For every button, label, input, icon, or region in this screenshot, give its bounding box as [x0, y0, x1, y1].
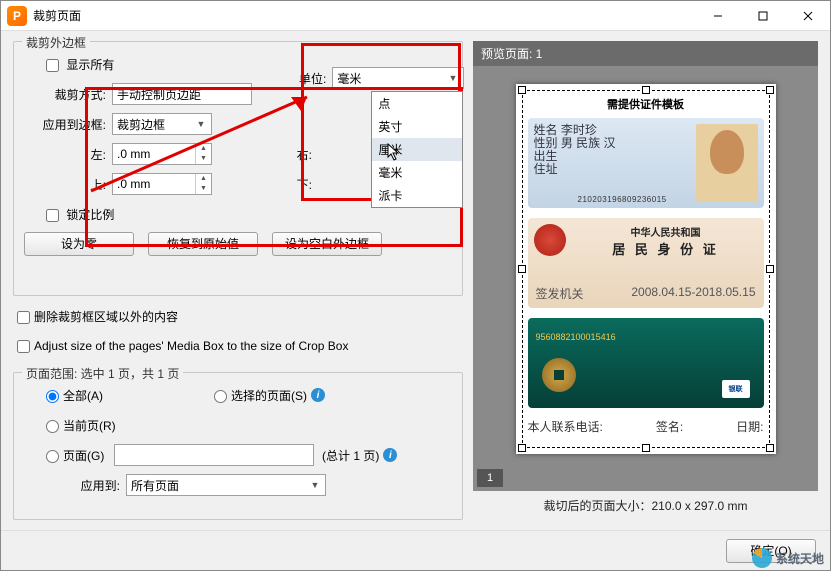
- chevron-down-icon: ▼: [307, 477, 323, 493]
- remove-outside-checkbox-label[interactable]: 删除裁剪框区域以外的内容: [17, 308, 178, 325]
- unit-label: 单位:: [299, 70, 326, 87]
- all-radio-label[interactable]: 全部(A): [24, 387, 214, 404]
- id-card-back: 中华人民共和国 居 民 身 份 证 签发机关2008.04.15-2018.05…: [528, 218, 764, 308]
- page-range-title: 页面范围: 选中 1 页，共 1 页: [22, 365, 183, 382]
- lock-ratio-checkbox[interactable]: [46, 209, 59, 222]
- window: P 裁剪页面 裁剪外边框 显示所有 单位:: [0, 0, 831, 571]
- annotation-arrow: [87, 89, 319, 195]
- lock-ratio-checkbox-label[interactable]: 锁定比例: [46, 206, 114, 223]
- selected-radio-label[interactable]: 选择的页面(S): [214, 387, 307, 404]
- selected-radio[interactable]: [214, 390, 227, 403]
- preview-body: 需提供证件模板 姓名 李时珍 性别 男 民族 汉 出生 住址 210203196…: [473, 66, 818, 491]
- page-radio[interactable]: [46, 450, 59, 463]
- unit-option-cm[interactable]: 厘米: [372, 138, 462, 161]
- preview-size-label: 裁切后的页面大小：210.0 x 297.0 mm: [473, 491, 818, 520]
- unit-option-pica[interactable]: 派卡: [372, 184, 462, 207]
- window-title: 裁剪页面: [33, 7, 695, 24]
- current-radio[interactable]: [46, 420, 59, 433]
- close-button[interactable]: [785, 1, 830, 30]
- titlebar: P 裁剪页面: [1, 1, 830, 31]
- info-icon: i: [311, 388, 325, 402]
- chevron-down-icon: ▼: [445, 70, 461, 86]
- show-all-checkbox-label[interactable]: 显示所有: [24, 56, 114, 73]
- apply-to-label: 应用到:: [24, 477, 120, 494]
- coin-icon: [542, 358, 576, 392]
- remove-outside-checkbox[interactable]: [17, 311, 30, 324]
- adjust-media-checkbox-label[interactable]: Adjust size of the pages' Media Box to t…: [17, 339, 348, 353]
- show-all-checkbox[interactable]: [46, 59, 59, 72]
- current-radio-label[interactable]: 当前页(R): [24, 417, 116, 434]
- restore-button[interactable]: 恢复到原始值: [148, 232, 258, 256]
- watermark-icon: [752, 548, 772, 568]
- page-range-group: 页面范围: 选中 1 页，共 1 页 全部(A) 选择的页面(S) i 当前页(…: [13, 372, 463, 520]
- watermark: 系统天地: [752, 548, 824, 568]
- page-total-label: (总计 1 页): [322, 447, 379, 464]
- app-icon: P: [7, 6, 27, 26]
- info-icon: i: [383, 448, 397, 462]
- page-input[interactable]: [114, 444, 314, 466]
- dialog-footer: 确定(O) 系统天地: [1, 530, 830, 570]
- preview-page[interactable]: 需提供证件模板 姓名 李时珍 性别 男 民族 汉 出生 住址 210203196…: [516, 84, 776, 454]
- unit-option-point[interactable]: 点: [372, 92, 462, 115]
- page-tab[interactable]: 1: [477, 469, 503, 487]
- page-radio-label[interactable]: 页面(G): [24, 447, 114, 464]
- emblem-icon: [534, 224, 566, 256]
- preview-header: 预览页面: 1: [473, 41, 818, 66]
- bank-card: 9560882100015416 银联: [528, 318, 764, 408]
- set-blank-button[interactable]: 设为空白外边框: [272, 232, 382, 256]
- crop-outer-title: 裁剪外边框: [22, 34, 90, 51]
- unit-combo[interactable]: 毫米 ▼ 点 英寸 厘米 毫米 派卡: [332, 67, 464, 89]
- adjust-media-checkbox[interactable]: [17, 340, 30, 353]
- maximize-button[interactable]: [740, 1, 785, 30]
- portrait-photo: [696, 124, 758, 202]
- unit-option-mm[interactable]: 毫米: [372, 161, 462, 184]
- all-radio[interactable]: [46, 390, 59, 403]
- unit-option-inch[interactable]: 英寸: [372, 115, 462, 138]
- id-card-front: 姓名 李时珍 性别 男 民族 汉 出生 住址 21020319680923601…: [528, 118, 764, 208]
- unionpay-badge: 银联: [722, 380, 750, 398]
- set-zero-button[interactable]: 设为零: [24, 232, 134, 256]
- apply-to-combo[interactable]: 所有页面▼: [126, 474, 326, 496]
- unit-dropdown: 点 英寸 厘米 毫米 派卡: [371, 91, 463, 208]
- minimize-button[interactable]: [695, 1, 740, 30]
